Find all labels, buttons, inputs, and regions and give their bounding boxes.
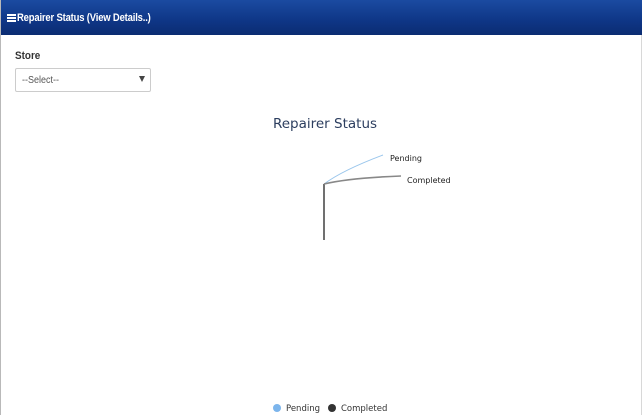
legend-item-pending[interactable]: Pending [286,404,320,414]
chart-title: Repairer Status [273,116,377,132]
data-label-connector-completed [323,175,402,185]
legend-marker-pending[interactable] [273,404,281,412]
app-window: Repairer Status (View Details..) Store -… [0,0,642,415]
legend-item-completed[interactable]: Completed [341,404,387,414]
repairer-status-chart: Repairer Status Pending Completed Pending… [273,116,451,414]
chart-legend: Pending Completed [273,404,387,414]
data-label-pending: Pending [390,154,422,163]
data-label-completed: Completed [407,176,451,185]
chart-marks: Pending Completed [323,154,451,240]
legend-marker-completed[interactable] [328,404,336,412]
